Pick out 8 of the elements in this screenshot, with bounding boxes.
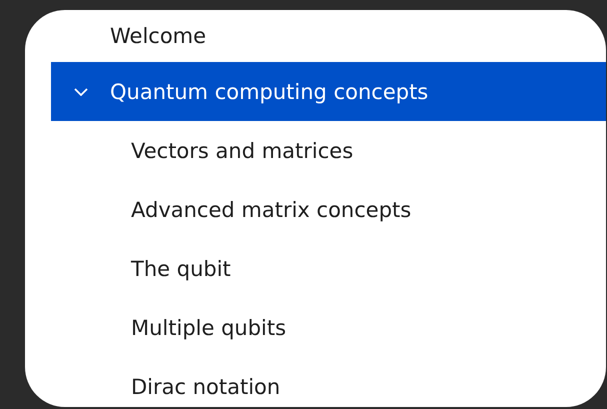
tree-item[interactable]: Multiple qubits: [51, 298, 606, 357]
tree-item[interactable]: Welcome: [51, 10, 606, 62]
tree-item[interactable]: The qubit: [51, 239, 606, 298]
tree-item[interactable]: Quantum computing concepts: [51, 62, 606, 121]
tree-item[interactable]: Vectors and matrices: [51, 121, 606, 180]
chevron-icon[interactable]: [74, 88, 88, 96]
tree-item[interactable]: Dirac notation: [51, 357, 606, 407]
tree-item[interactable]: Advanced matrix concepts: [51, 180, 606, 239]
